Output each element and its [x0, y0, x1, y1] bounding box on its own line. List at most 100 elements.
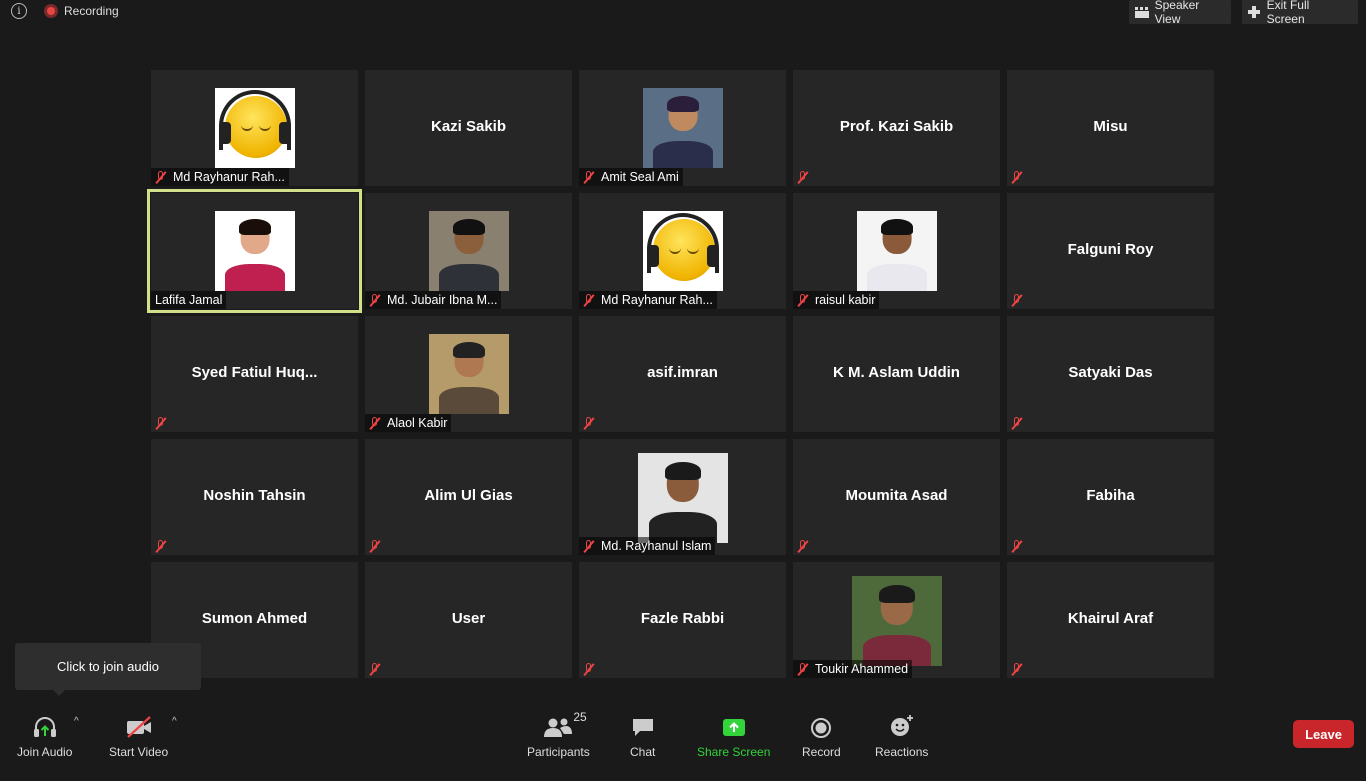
mic-muted-icon [583, 293, 595, 307]
participant-avatar [857, 211, 937, 291]
participant-name-label: Lafifa Jamal [155, 293, 223, 307]
participant-name-tag [1007, 660, 1027, 678]
participant-tile[interactable]: raisul kabir [793, 193, 1000, 309]
speaker-view-icon [1135, 6, 1149, 18]
leave-button[interactable]: Leave [1293, 720, 1354, 748]
participants-label: Participants [527, 745, 590, 759]
start-video-button[interactable]: Start Video [109, 712, 168, 759]
participant-display-name: Falguni Roy [1067, 241, 1154, 258]
participant-tile[interactable]: Moumita Asad [793, 439, 1000, 555]
participant-tile[interactable]: Fabiha [1007, 439, 1214, 555]
participant-name-tag [1007, 537, 1027, 555]
reactions-icon [889, 712, 915, 738]
participant-name-label: Md Rayhanur Rah... [601, 293, 713, 307]
participant-tile[interactable]: Md Rayhanur Rah... [151, 70, 358, 186]
mic-muted-icon [369, 416, 381, 430]
mic-muted-icon [1011, 293, 1023, 307]
participant-tile[interactable]: Toukir Ahammed [793, 562, 1000, 678]
participant-display-name: Moumita Asad [845, 487, 948, 504]
share-screen-button[interactable]: Share Screen [697, 712, 770, 759]
mic-muted-icon [369, 662, 381, 676]
mic-muted-icon [1011, 170, 1023, 184]
participant-name-tag [793, 537, 813, 555]
mic-muted-icon [583, 662, 595, 676]
participant-avatar [215, 211, 295, 291]
participant-name-tag [1007, 168, 1027, 186]
recording-indicator: Recording [44, 4, 119, 18]
participant-tile[interactable]: Md. Rayhanul Islam [579, 439, 786, 555]
participant-tile[interactable]: Noshin Tahsin [151, 439, 358, 555]
participant-display-name: Prof. Kazi Sakib [839, 118, 954, 135]
mic-muted-icon [155, 539, 167, 553]
participant-tile[interactable]: Kazi Sakib [365, 70, 572, 186]
participant-name-tag: Alaol Kabir [365, 414, 452, 432]
reactions-button[interactable]: Reactions [875, 712, 928, 759]
reactions-label: Reactions [875, 745, 929, 759]
join-audio-button[interactable]: Join Audio [17, 712, 72, 759]
record-button[interactable]: Record [802, 712, 841, 759]
participant-tile[interactable]: Md. Jubair Ibna M... [365, 193, 572, 309]
participant-avatar [638, 453, 728, 543]
participant-tile[interactable]: Falguni Roy [1007, 193, 1214, 309]
mic-muted-icon [155, 170, 167, 184]
mic-muted-icon [583, 170, 595, 184]
participant-display-name: Fazle Rabbi [640, 610, 725, 627]
record-icon [809, 712, 833, 738]
top-bar: i Recording Speaker View Exit Full Scree… [0, 0, 1366, 26]
participant-name-tag [365, 660, 385, 678]
mic-muted-icon [155, 416, 167, 430]
speaker-view-button[interactable]: Speaker View [1129, 0, 1231, 26]
chat-button[interactable]: Chat [630, 712, 655, 759]
mic-muted-icon [369, 539, 381, 553]
mic-muted-icon [797, 170, 809, 184]
speaker-view-label: Speaker View [1154, 0, 1200, 26]
participant-tile[interactable]: K M. Aslam Uddin [793, 316, 1000, 432]
participant-name-tag [579, 414, 599, 432]
mic-muted-icon [797, 662, 809, 676]
participant-tile[interactable]: Alim Ul Gias [365, 439, 572, 555]
participant-display-name: Alim Ul Gias [424, 487, 513, 504]
record-label: Record [802, 745, 841, 759]
mic-muted-icon [583, 416, 595, 430]
participant-display-name: Fabiha [1086, 487, 1135, 504]
participant-tile[interactable]: Alaol Kabir [365, 316, 572, 432]
participant-name-tag: Amit Seal Ami [579, 168, 683, 186]
info-icon[interactable]: i [11, 3, 27, 19]
video-options-caret-icon[interactable]: ^ [172, 716, 177, 727]
headphones-icon [32, 712, 58, 738]
participant-tile[interactable]: Fazle Rabbi [579, 562, 786, 678]
participant-tile[interactable]: asif.imran [579, 316, 786, 432]
participant-name-tag: raisul kabir [793, 291, 880, 309]
participant-name-tag: Md. Rayhanul Islam [579, 537, 716, 555]
participant-tile[interactable]: Md Rayhanur Rah... [579, 193, 786, 309]
participant-display-name: User [451, 610, 486, 627]
participant-tile[interactable]: Misu [1007, 70, 1214, 186]
participant-tile[interactable]: User [365, 562, 572, 678]
participant-tile[interactable]: Satyaki Das [1007, 316, 1214, 432]
participant-avatar [643, 211, 723, 291]
exit-full-screen-button[interactable]: Exit Full Screen [1242, 0, 1358, 26]
participant-tile[interactable]: Prof. Kazi Sakib [793, 70, 1000, 186]
participant-name-tag: Md. Jubair Ibna M... [365, 291, 502, 309]
meeting-toolbar: Join Audio ^ Start Video ^ 25 Participan… [0, 704, 1366, 781]
participant-tile[interactable]: Amit Seal Ami [579, 70, 786, 186]
participants-count: 25 [573, 710, 587, 724]
participant-tile[interactable]: Lafifa Jamal [147, 189, 362, 313]
mic-muted-icon [1011, 416, 1023, 430]
participant-display-name: asif.imran [647, 364, 718, 381]
mic-muted-icon [369, 293, 381, 307]
participant-tile[interactable]: Syed Fatiul Huq... [151, 316, 358, 432]
participant-name-tag [365, 537, 385, 555]
participant-name-tag [151, 414, 171, 432]
audio-options-caret-icon[interactable]: ^ [74, 716, 79, 727]
chat-label: Chat [630, 745, 656, 759]
recording-label: Recording [64, 4, 119, 18]
mic-muted-icon [797, 293, 809, 307]
participant-display-name: Sumon Ahmed [201, 610, 308, 627]
participants-button[interactable]: 25 Participants [527, 710, 590, 759]
participant-tile[interactable]: Khairul Araf [1007, 562, 1214, 678]
participant-display-name: Syed Fatiul Huq... [191, 364, 318, 381]
participant-name-tag [1007, 291, 1027, 309]
participant-display-name: Satyaki Das [1068, 364, 1153, 381]
participant-name-tag [151, 537, 171, 555]
